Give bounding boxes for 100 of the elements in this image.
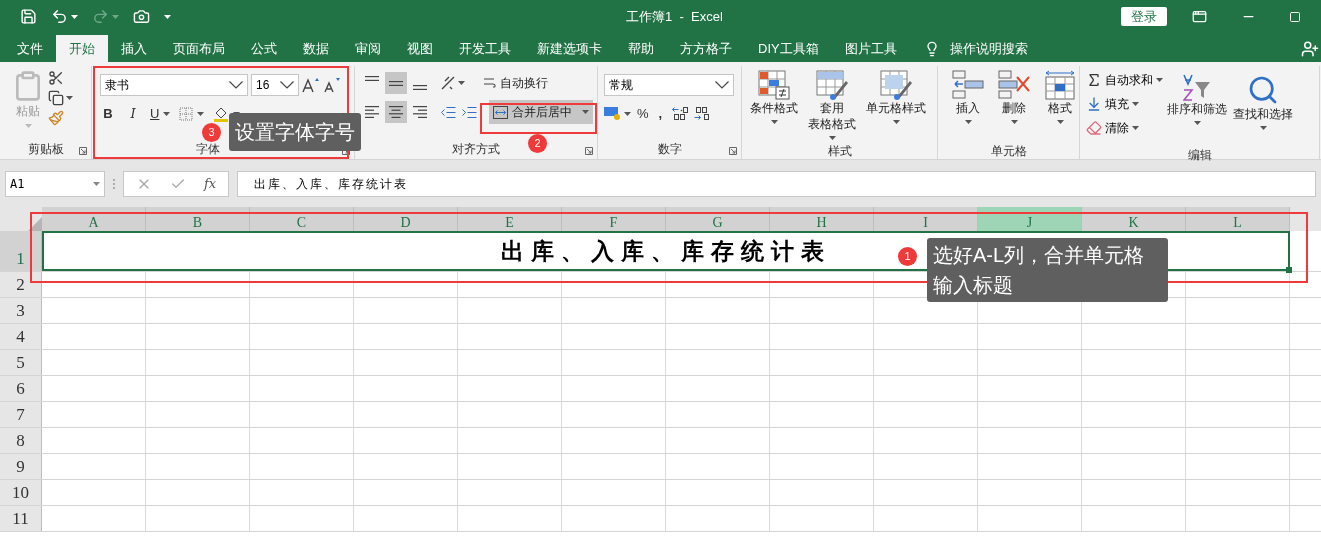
restore-icon[interactable]: [1289, 10, 1301, 23]
row-header[interactable]: 1: [0, 231, 42, 271]
ribbon-tab[interactable]: 开发工具: [446, 35, 524, 62]
comma-button[interactable]: ,: [654, 104, 667, 124]
insert-cells-button[interactable]: 插入: [950, 66, 986, 142]
row-header[interactable]: 2: [0, 272, 42, 297]
ribbon-tab[interactable]: 帮助: [615, 35, 667, 62]
conditional-format-icon: [758, 70, 790, 100]
column-header[interactable]: J: [978, 207, 1082, 231]
ribbon-tab[interactable]: 方方格子: [667, 35, 745, 62]
italic-button[interactable]: I: [125, 104, 141, 124]
delete-cells-button[interactable]: 删除: [996, 66, 1032, 142]
copy-icon[interactable]: [48, 90, 64, 106]
sort-filter-icon: [1183, 74, 1211, 101]
column-header[interactable]: L: [1186, 207, 1290, 231]
ribbon-tab[interactable]: 审阅: [342, 35, 394, 62]
name-box[interactable]: A1: [5, 170, 105, 197]
shrink-font-icon[interactable]: [323, 77, 341, 93]
search-icon: [1247, 74, 1279, 106]
row-header[interactable]: 6: [0, 376, 42, 401]
insert-function-button[interactable]: fx: [204, 173, 217, 194]
ribbon-tab[interactable]: 数据: [290, 35, 342, 62]
format-as-table-button[interactable]: 套用 表格格式: [806, 66, 858, 142]
group-label: 剪贴板: [27, 141, 64, 158]
column-header[interactable]: B: [146, 207, 250, 231]
format-cells-button[interactable]: 格式: [1042, 66, 1078, 142]
increase-indent-icon[interactable]: [462, 106, 477, 118]
sort-filter-button[interactable]: 排序和筛选: [1165, 70, 1229, 146]
row-header[interactable]: 8: [0, 428, 42, 453]
ribbon-tab[interactable]: 插入: [108, 35, 160, 62]
autosum-button[interactable]: 自动求和: [1086, 70, 1163, 90]
fill-handle[interactable]: [1286, 267, 1292, 273]
cell-brush-icon: [880, 70, 912, 100]
top-align-icon: [365, 76, 379, 81]
row-header[interactable]: 9: [0, 454, 42, 479]
callout-tooltip: 选好A-L列，合并单元格 输入标题: [927, 238, 1168, 302]
orientation-icon[interactable]: [441, 76, 455, 90]
cell-styles-button[interactable]: 单元格样式: [864, 66, 928, 142]
merge-center-button[interactable]: 合并后居中: [489, 100, 593, 124]
ribbon-tab[interactable]: DIY工具箱: [745, 35, 832, 62]
formula-field[interactable]: 出库、入库、库存统计表: [237, 170, 1316, 197]
ribbon-tab[interactable]: 公式: [238, 35, 290, 62]
cut-icon[interactable]: [48, 70, 64, 86]
underline-button[interactable]: U: [150, 104, 160, 124]
save-icon[interactable]: [20, 8, 37, 25]
ribbon-tab[interactable]: 新建选项卡: [524, 35, 615, 62]
percent-button[interactable]: %: [637, 104, 649, 124]
grow-font-icon[interactable]: [302, 77, 320, 93]
middle-align-button[interactable]: [385, 72, 407, 94]
row-header[interactable]: 4: [0, 324, 42, 349]
column-header[interactable]: A: [42, 207, 146, 231]
login-button[interactable]: 登录: [1121, 7, 1167, 26]
row-header[interactable]: 7: [0, 402, 42, 427]
left-align-icon: [365, 106, 379, 118]
step-badge: 1: [898, 247, 917, 266]
column-header[interactable]: C: [250, 207, 354, 231]
column-header[interactable]: F: [562, 207, 666, 231]
currency-icon[interactable]: [604, 106, 621, 121]
ribbon-tab[interactable]: 开始: [56, 35, 108, 62]
share-user-icon[interactable]: [1301, 40, 1319, 58]
column-header[interactable]: K: [1082, 207, 1186, 231]
row-header[interactable]: 10: [0, 480, 42, 505]
chevron-down-icon: [715, 81, 729, 89]
decrease-decimal-icon[interactable]: [694, 107, 710, 121]
insert-cells-icon: [952, 70, 984, 100]
conditional-formatting-button[interactable]: 条件格式: [748, 66, 800, 142]
column-header[interactable]: E: [458, 207, 562, 231]
ribbon-tab[interactable]: 图片工具: [831, 35, 910, 62]
camera-icon[interactable]: [133, 8, 150, 25]
find-select-button[interactable]: 查找和选择: [1231, 70, 1295, 146]
column-header[interactable]: D: [354, 207, 458, 231]
increase-decimal-icon[interactable]: [672, 107, 689, 121]
wrap-text-icon: [483, 78, 496, 88]
group-label: 数字: [657, 141, 682, 158]
row-header[interactable]: 11: [0, 506, 42, 531]
row-header[interactable]: 5: [0, 350, 42, 375]
ribbon-tab[interactable]: 文件: [4, 35, 56, 62]
middle-align-icon: [389, 80, 403, 86]
fill-button[interactable]: 填充: [1086, 94, 1163, 114]
ribbon-tab[interactable]: 页面布局: [160, 35, 238, 62]
clear-button[interactable]: 清除: [1086, 118, 1163, 138]
fill-color-icon[interactable]: [213, 105, 230, 122]
row-header[interactable]: 3: [0, 298, 42, 323]
font-name-dropdown[interactable]: 隶书: [100, 74, 248, 96]
tell-me-search[interactable]: 操作说明搜索: [949, 38, 1028, 59]
column-header[interactable]: I: [874, 207, 978, 231]
ribbon-tab[interactable]: 视图: [394, 35, 446, 62]
bold-button[interactable]: B: [100, 104, 116, 124]
column-header[interactable]: H: [770, 207, 874, 231]
wrap-text-button[interactable]: 自动换行: [483, 72, 548, 94]
column-header[interactable]: G: [666, 207, 770, 231]
center-align-button[interactable]: [385, 101, 407, 123]
ribbon-display-icon[interactable]: [1192, 9, 1207, 24]
sigma-icon: [1086, 72, 1102, 88]
center-align-icon: [389, 106, 403, 118]
number-format-dropdown[interactable]: 常规: [604, 74, 734, 96]
decrease-indent-icon[interactable]: [441, 106, 456, 118]
font-size-dropdown[interactable]: 16: [251, 74, 299, 96]
undo-icon[interactable]: [51, 8, 68, 25]
group-label: 编辑: [1187, 147, 1212, 164]
